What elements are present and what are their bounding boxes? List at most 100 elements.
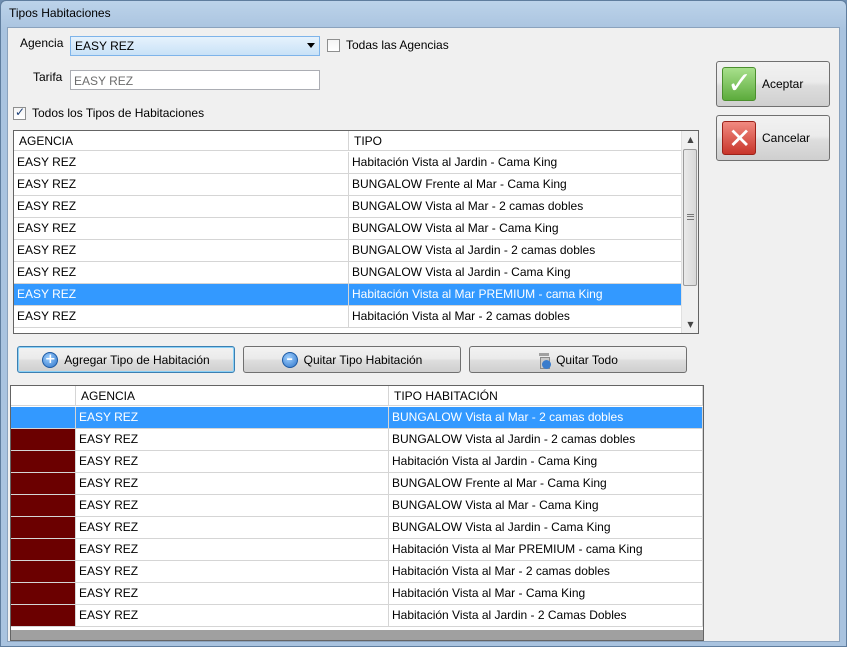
row-marker[interactable]	[11, 407, 76, 428]
cell-agencia: EASY REZ	[76, 473, 389, 494]
agencia-label: Agencia	[20, 36, 64, 50]
cell-agencia: EASY REZ	[76, 407, 389, 428]
column-header-tipo[interactable]: TIPO	[349, 131, 683, 151]
table-row[interactable]: EASY REZ BUNGALOW Vista al Mar - Cama Ki…	[14, 218, 683, 240]
cell-tipo: BUNGALOW Vista al Jardin - Cama King	[349, 262, 683, 283]
cell-tipo-habitacion: Habitación Vista al Mar - Cama King	[389, 583, 703, 604]
table-row[interactable]: EASY REZ BUNGALOW Vista al Jardin - 2 ca…	[14, 240, 683, 262]
cell-agencia: EASY REZ	[14, 196, 349, 217]
table-row[interactable]: EASY REZ BUNGALOW Vista al Jardin - 2 ca…	[11, 429, 703, 451]
quitar-todo-button-label: Quitar Todo	[556, 352, 618, 367]
scroll-down-icon[interactable]: ▼	[682, 316, 698, 333]
tarifa-field[interactable]: EASY REZ	[70, 70, 320, 90]
dialog-window: Tipos Habitaciones Agencia EASY REZ Toda…	[0, 0, 847, 647]
cell-agencia: EASY REZ	[14, 284, 349, 305]
cell-agencia: EASY REZ	[76, 517, 389, 538]
row-marker[interactable]	[11, 605, 76, 626]
cell-tipo: Habitación Vista al Mar PREMIUM - cama K…	[349, 284, 683, 305]
cell-agencia: EASY REZ	[14, 218, 349, 239]
table-row[interactable]: EASY REZ Habitación Vista al Jardin - Ca…	[11, 451, 703, 473]
quitar-tipo-button[interactable]: – Quitar Tipo Habitación	[243, 346, 461, 373]
row-marker[interactable]	[11, 539, 76, 560]
row-header-corner	[11, 386, 76, 406]
cell-agencia: EASY REZ	[14, 152, 349, 173]
row-marker[interactable]	[11, 583, 76, 604]
scroll-thumb[interactable]	[683, 149, 697, 286]
todos-tipos-label: Todos los Tipos de Habitaciones	[32, 106, 205, 120]
table-row[interactable]: EASY REZ BUNGALOW Frente al Mar - Cama K…	[14, 174, 683, 196]
table-row[interactable]: EASY REZ Habitación Vista al Jardin - Ca…	[14, 152, 683, 174]
table-row[interactable]: EASY REZ Habitación Vista al Mar - Cama …	[11, 583, 703, 605]
cell-agencia: EASY REZ	[76, 495, 389, 516]
cell-agencia: EASY REZ	[14, 262, 349, 283]
tarifa-value: EASY REZ	[74, 74, 134, 88]
cell-agencia: EASY REZ	[76, 429, 389, 450]
row-marker[interactable]	[11, 561, 76, 582]
table-row[interactable]: EASY REZ BUNGALOW Vista al Jardin - Cama…	[14, 262, 683, 284]
table-row[interactable]: EASY REZ Habitación Vista al Jardin - 2 …	[11, 605, 703, 627]
cell-agencia: EASY REZ	[76, 561, 389, 582]
cell-tipo-habitacion: BUNGALOW Vista al Mar - Cama King	[389, 495, 703, 516]
table-row[interactable]: EASY REZ Habitación Vista al Mar PREMIUM…	[11, 539, 703, 561]
todos-tipos-checkbox[interactable]	[13, 105, 26, 120]
table-row-selected[interactable]: EASY REZ BUNGALOW Vista al Mar - 2 camas…	[11, 407, 703, 429]
aceptar-button[interactable]: Aceptar	[716, 61, 830, 107]
cell-tipo-habitacion: BUNGALOW Vista al Jardin - Cama King	[389, 517, 703, 538]
cell-tipo: BUNGALOW Vista al Mar - 2 camas dobles	[349, 196, 683, 217]
table-row[interactable]: EASY REZ BUNGALOW Vista al Jardin - Cama…	[11, 517, 703, 539]
cell-tipo: Habitación Vista al Mar - 2 camas dobles	[349, 306, 683, 327]
table-row[interactable]: EASY REZ BUNGALOW Vista al Mar - Cama Ki…	[11, 495, 703, 517]
table-row-selected[interactable]: EASY REZ Habitación Vista al Mar PREMIUM…	[14, 284, 683, 306]
tipos-grid-header: AGENCIA TIPO	[14, 131, 683, 151]
cell-tipo: Habitación Vista al Jardin - Cama King	[349, 152, 683, 173]
row-marker[interactable]	[11, 517, 76, 538]
todas-agencias-checkbox[interactable]	[327, 39, 340, 52]
cell-agencia: EASY REZ	[76, 539, 389, 560]
agencia-dropdown[interactable]: EASY REZ	[70, 36, 320, 56]
remove-circle-icon: –	[281, 351, 298, 368]
cell-tipo-habitacion: Habitación Vista al Jardin - 2 Camas Dob…	[389, 605, 703, 626]
row-marker[interactable]	[11, 451, 76, 472]
scroll-up-icon[interactable]: ▲	[682, 131, 698, 148]
row-marker[interactable]	[11, 495, 76, 516]
dialog-client-area: Agencia EASY REZ Todas las Agencias Tari…	[7, 27, 840, 642]
cell-tipo-habitacion: BUNGALOW Vista al Jardin - 2 camas doble…	[389, 429, 703, 450]
table-row[interactable]: EASY REZ Habitación Vista al Mar - 2 cam…	[11, 561, 703, 583]
tipos-grid-scrollbar[interactable]: ▲ ▼	[681, 131, 698, 333]
cell-agencia: EASY REZ	[14, 174, 349, 195]
row-marker[interactable]	[11, 429, 76, 450]
column-header-agencia[interactable]: AGENCIA	[14, 131, 349, 151]
grip-icon	[687, 214, 694, 220]
x-icon	[722, 121, 756, 155]
tipos-grid[interactable]: AGENCIA TIPO EASY REZ Habitación Vista a…	[13, 130, 699, 334]
cell-agencia: EASY REZ	[76, 451, 389, 472]
row-marker[interactable]	[11, 473, 76, 494]
agencia-dropdown-value: EASY REZ	[75, 39, 135, 53]
checkmark-icon	[722, 66, 756, 101]
agregar-tipo-button[interactable]: + Agregar Tipo de Habitación	[17, 346, 235, 373]
aceptar-button-label: Aceptar	[762, 77, 804, 91]
cell-tipo-habitacion: BUNGALOW Frente al Mar - Cama King	[389, 473, 703, 494]
cell-tipo: BUNGALOW Frente al Mar - Cama King	[349, 174, 683, 195]
todas-agencias-label: Todas las Agencias	[346, 38, 449, 52]
cell-tipo-habitacion: BUNGALOW Vista al Mar - 2 camas dobles	[389, 407, 703, 428]
title-bar[interactable]: Tipos Habitaciones	[1, 1, 846, 27]
seleccionados-grid-header: AGENCIA TIPO HABITACIÓN	[11, 386, 703, 406]
window-title: Tipos Habitaciones	[9, 6, 111, 20]
cancelar-button-label: Cancelar	[762, 131, 811, 145]
table-row[interactable]: EASY REZ Habitación Vista al Mar - 2 cam…	[14, 306, 683, 328]
tarifa-label: Tarifa	[33, 70, 63, 84]
cell-tipo-habitacion: Habitación Vista al Jardin - Cama King	[389, 451, 703, 472]
cell-tipo-habitacion: Habitación Vista al Mar - 2 camas dobles	[389, 561, 703, 582]
quitar-todo-button[interactable]: Quitar Todo	[469, 346, 687, 373]
seleccionados-grid[interactable]: AGENCIA TIPO HABITACIÓN EASY REZ BUNGALO…	[10, 385, 704, 641]
cell-tipo-habitacion: Habitación Vista al Mar PREMIUM - cama K…	[389, 539, 703, 560]
cell-agencia: EASY REZ	[76, 583, 389, 604]
column-header-agencia[interactable]: AGENCIA	[76, 386, 389, 406]
cancelar-button[interactable]: Cancelar	[716, 115, 830, 161]
grid-empty-area	[11, 630, 703, 640]
table-row[interactable]: EASY REZ BUNGALOW Frente al Mar - Cama K…	[11, 473, 703, 495]
agregar-tipo-button-label: Agregar Tipo de Habitación	[64, 352, 210, 367]
column-header-tipo-habitacion[interactable]: TIPO HABITACIÓN	[389, 386, 703, 406]
table-row[interactable]: EASY REZ BUNGALOW Vista al Mar - 2 camas…	[14, 196, 683, 218]
